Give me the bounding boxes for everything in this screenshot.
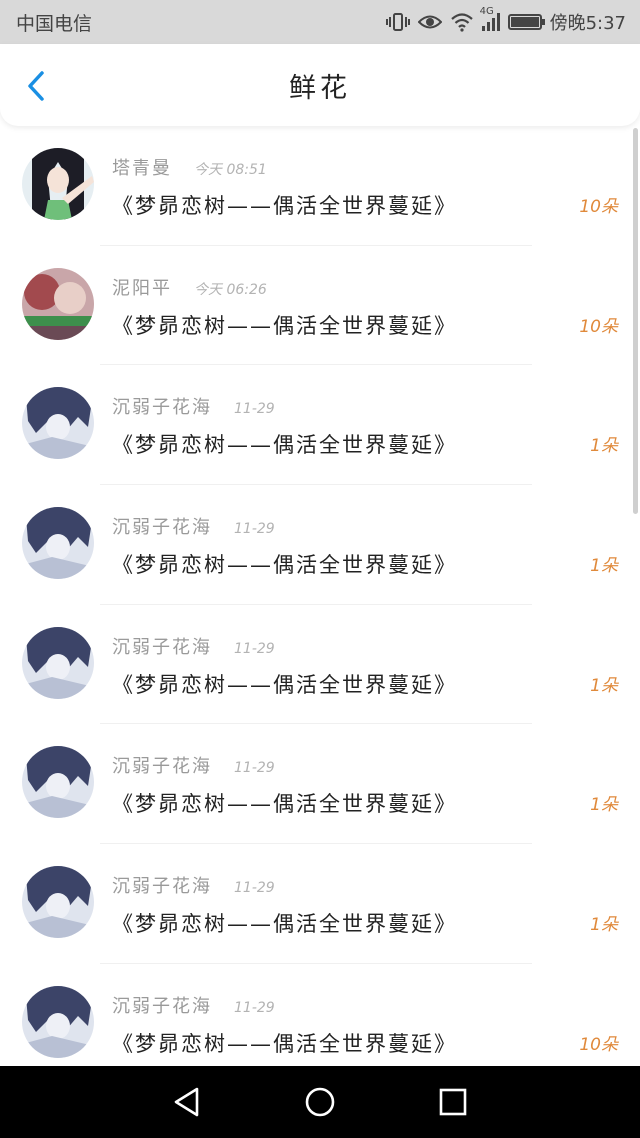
avatar[interactable] — [22, 985, 94, 1058]
avatar[interactable] — [22, 507, 94, 580]
sender-name: 沉弱子花海 — [112, 756, 212, 778]
status-time: 傍晚5:37 — [549, 13, 626, 34]
send-time: 今天 08:51 — [194, 162, 267, 178]
book-title[interactable]: 《梦昴恋树——偶活全世界蔓延》 — [112, 908, 457, 938]
flower-count: 1朵 — [590, 675, 618, 696]
eye-icon — [417, 13, 442, 31]
sender-name: 泥阳平 — [112, 277, 172, 299]
list-item[interactable]: 沉弱子花海 11-29 《梦昴恋树——偶活全世界蔓延》 1朵 — [0, 365, 632, 486]
nav-recents-icon — [440, 1088, 467, 1116]
scrollbar[interactable] — [633, 128, 638, 514]
send-time: 11-29 — [234, 640, 275, 657]
send-time: 11-29 — [234, 999, 275, 1016]
flower-list: 塔青曼 今天 08:51 《梦昴恋树——偶活全世界蔓延》 10朵 泥阳平 今天 … — [0, 126, 632, 1066]
sender-name: 沉弱子花海 — [112, 636, 212, 658]
list-item[interactable]: 塔青曼 今天 08:51 《梦昴恋树——偶活全世界蔓延》 10朵 — [0, 126, 632, 246]
avatar[interactable] — [22, 746, 94, 819]
flower-count: 1朵 — [590, 556, 618, 577]
status-icons: 4G 傍晚5:37 — [385, 6, 626, 35]
vibrate-icon — [385, 12, 410, 32]
list-item[interactable]: 沉弱子花海 11-29 《梦昴恋树——偶活全世界蔓延》 1朵 — [0, 724, 632, 845]
system-nav-bar — [0, 1066, 640, 1138]
signal-icon: 4G — [480, 6, 500, 31]
book-title[interactable]: 《梦昴恋树——偶活全世界蔓延》 — [112, 310, 457, 340]
book-title[interactable]: 《梦昴恋树——偶活全世界蔓延》 — [112, 788, 457, 818]
flower-count: 1朵 — [590, 436, 618, 457]
avatar[interactable] — [22, 387, 94, 460]
back-button[interactable] — [18, 66, 54, 106]
flower-count: 10朵 — [579, 197, 618, 217]
send-time: 今天 06:26 — [194, 281, 267, 298]
nav-back-button[interactable] — [163, 1078, 211, 1126]
sender-name: 沉弱子花海 — [112, 995, 212, 1017]
name-line: 沉弱子花海 11-29 — [112, 513, 275, 539]
name-line: 沉弱子花海 11-29 — [112, 872, 275, 898]
nav-home-button[interactable] — [296, 1078, 344, 1126]
avatar[interactable] — [22, 148, 94, 220]
list-item[interactable]: 沉弱子花海 11-29 《梦昴恋树——偶活全世界蔓延》 10朵 — [0, 964, 632, 1066]
nav-home-icon — [305, 1087, 335, 1117]
list-item[interactable]: 泥阳平 今天 06:26 《梦昴恋树——偶活全世界蔓延》 10朵 — [0, 246, 632, 366]
book-title[interactable]: 《梦昴恋树——偶活全世界蔓延》 — [112, 429, 457, 459]
send-time: 11-29 — [234, 401, 275, 418]
avatar[interactable] — [22, 866, 94, 939]
nav-back-icon — [174, 1087, 198, 1117]
nav-recents-button[interactable] — [429, 1078, 477, 1126]
battery-icon — [507, 14, 545, 30]
flower-count: 10朵 — [579, 1034, 618, 1055]
send-time: 11-29 — [234, 880, 275, 897]
name-line: 沉弱子花海 11-29 — [112, 992, 275, 1018]
name-line: 沉弱子花海 11-29 — [112, 633, 275, 659]
name-line: 塔青曼 今天 08:51 — [112, 154, 267, 180]
header-bar: 鲜花 — [0, 44, 640, 126]
avatar[interactable] — [22, 626, 94, 699]
list-item[interactable]: 沉弱子花海 11-29 《梦昴恋树——偶活全世界蔓延》 1朵 — [0, 485, 632, 605]
sender-name: 沉弱子花海 — [112, 517, 212, 539]
name-line: 泥阳平 今天 06:26 — [112, 274, 267, 300]
flower-count: 10朵 — [579, 316, 618, 337]
book-title[interactable]: 《梦昴恋树——偶活全世界蔓延》 — [112, 1028, 457, 1058]
carrier-label: 中国电信 — [16, 12, 93, 35]
send-time: 11-29 — [234, 760, 275, 777]
name-line: 沉弱子花海 11-29 — [112, 393, 275, 419]
list-item[interactable]: 沉弱子花海 11-29 《梦昴恋树——偶活全世界蔓延》 1朵 — [0, 844, 632, 964]
sender-name: 沉弱子花海 — [112, 397, 212, 419]
book-title[interactable]: 《梦昴恋树——偶活全世界蔓延》 — [112, 190, 457, 220]
sender-name: 塔青曼 — [112, 158, 172, 179]
page-title: 鲜花 — [289, 72, 351, 104]
name-line: 沉弱子花海 11-29 — [112, 752, 275, 778]
network-label: 4G — [479, 6, 494, 17]
status-bar: 中国电信 4G 傍晚5:37 — [0, 0, 640, 44]
sender-name: 沉弱子花海 — [112, 876, 212, 898]
book-title[interactable]: 《梦昴恋树——偶活全世界蔓延》 — [112, 669, 457, 699]
chevron-left-icon — [28, 71, 44, 101]
wifi-icon — [450, 12, 474, 32]
avatar[interactable] — [22, 267, 94, 340]
list-item[interactable]: 沉弱子花海 11-29 《梦昴恋树——偶活全世界蔓延》 1朵 — [0, 605, 632, 725]
flower-count: 1朵 — [590, 795, 618, 816]
send-time: 11-29 — [234, 521, 275, 538]
flower-count: 1朵 — [590, 915, 618, 936]
book-title[interactable]: 《梦昴恋树——偶活全世界蔓延》 — [112, 549, 457, 579]
